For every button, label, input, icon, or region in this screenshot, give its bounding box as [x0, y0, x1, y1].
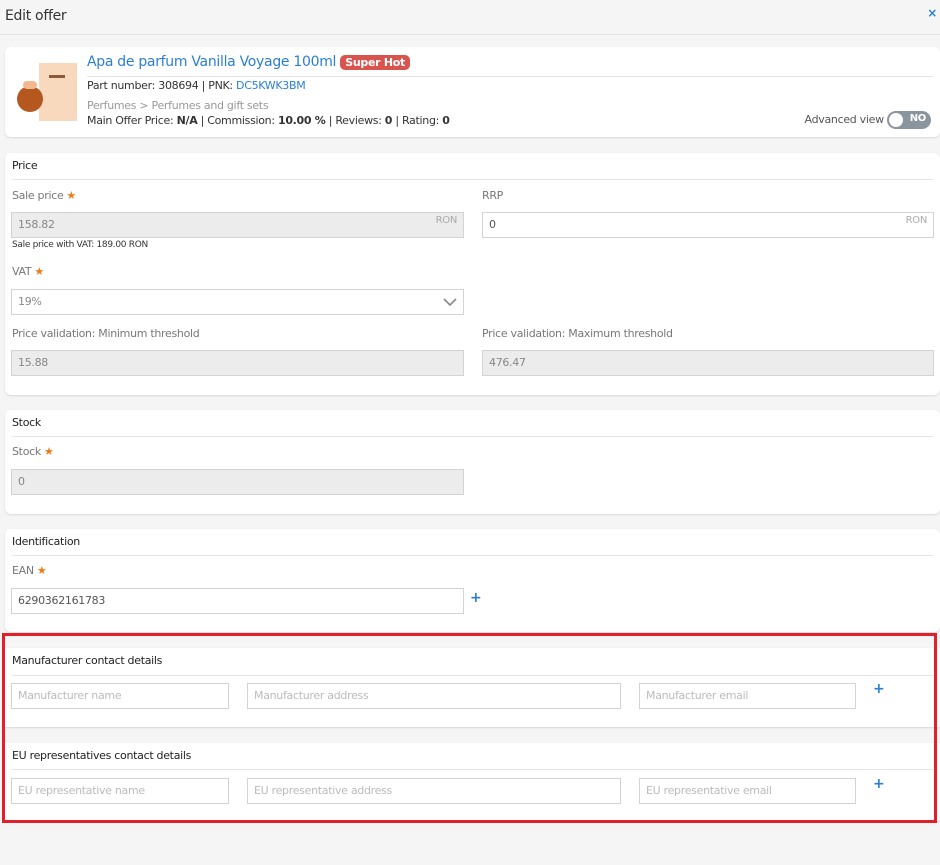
- modal-title: Edit offer: [5, 8, 67, 24]
- super-hot-badge: Super Hot: [340, 55, 410, 70]
- required-star-icon: ★: [36, 564, 47, 577]
- ean-label: EAN: [12, 564, 34, 577]
- pnk-link[interactable]: DC5KWK3BM: [236, 79, 306, 92]
- divider: [0, 34, 940, 35]
- chevron-down-icon: [443, 298, 457, 307]
- stock-input[interactable]: 0: [11, 469, 464, 495]
- add-ean-button[interactable]: +: [470, 590, 482, 606]
- stock-section: Stock Stock ★ 0: [5, 410, 940, 514]
- highlight-box: [2, 633, 937, 823]
- category-breadcrumb: Perfumes > Perfumes and gift sets: [87, 99, 269, 112]
- stock-label: Stock: [12, 445, 41, 458]
- offer-stats: Main Offer Price: N/A | Commission: 10.0…: [87, 114, 450, 127]
- divider: [12, 555, 933, 556]
- sale-price-input[interactable]: 158.82 RON: [11, 212, 464, 238]
- product-image: [17, 63, 77, 121]
- price-section: Price Sale price ★ 158.82 RON Sale price w…: [5, 153, 940, 395]
- max-threshold-label: Price validation: Maximum threshold: [482, 327, 673, 340]
- min-threshold-input[interactable]: 15.88: [11, 350, 464, 376]
- part-number: Part number: 308694 | PNK:: [87, 79, 237, 92]
- vat-select[interactable]: 19%: [11, 289, 464, 315]
- min-threshold-label: Price validation: Minimum threshold: [12, 327, 200, 340]
- divider: [12, 436, 933, 437]
- required-star-icon: ★: [66, 189, 76, 202]
- section-title: Stock: [12, 416, 41, 429]
- divider: [87, 76, 933, 77]
- rrp-label: RRP: [482, 189, 504, 202]
- product-title[interactable]: Apa de parfum Vanilla Voyage 100ml: [87, 54, 336, 70]
- section-title: Identification: [12, 535, 80, 548]
- rrp-input[interactable]: 0 RON: [482, 212, 934, 238]
- identification-section: Identification EAN ★ 6290362161783 +: [5, 529, 940, 632]
- divider: [12, 179, 933, 180]
- required-star-icon: ★: [43, 445, 54, 458]
- max-threshold-input[interactable]: 476.47: [482, 350, 934, 376]
- advanced-view-label: Advanced view: [804, 113, 885, 126]
- close-icon[interactable]: ×: [927, 6, 937, 20]
- ean-input[interactable]: 6290362161783: [11, 588, 464, 614]
- advanced-view-toggle[interactable]: NO: [887, 111, 931, 129]
- product-card: Apa de parfum Vanilla Voyage 100ml Super…: [5, 47, 940, 137]
- vat-hint: Sale price with VAT: 189.00 RON: [12, 240, 148, 250]
- required-star-icon: ★: [34, 265, 44, 278]
- sale-price-label: Sale price: [12, 189, 64, 202]
- section-title: Price: [12, 159, 38, 172]
- vat-label: VAT: [12, 265, 32, 278]
